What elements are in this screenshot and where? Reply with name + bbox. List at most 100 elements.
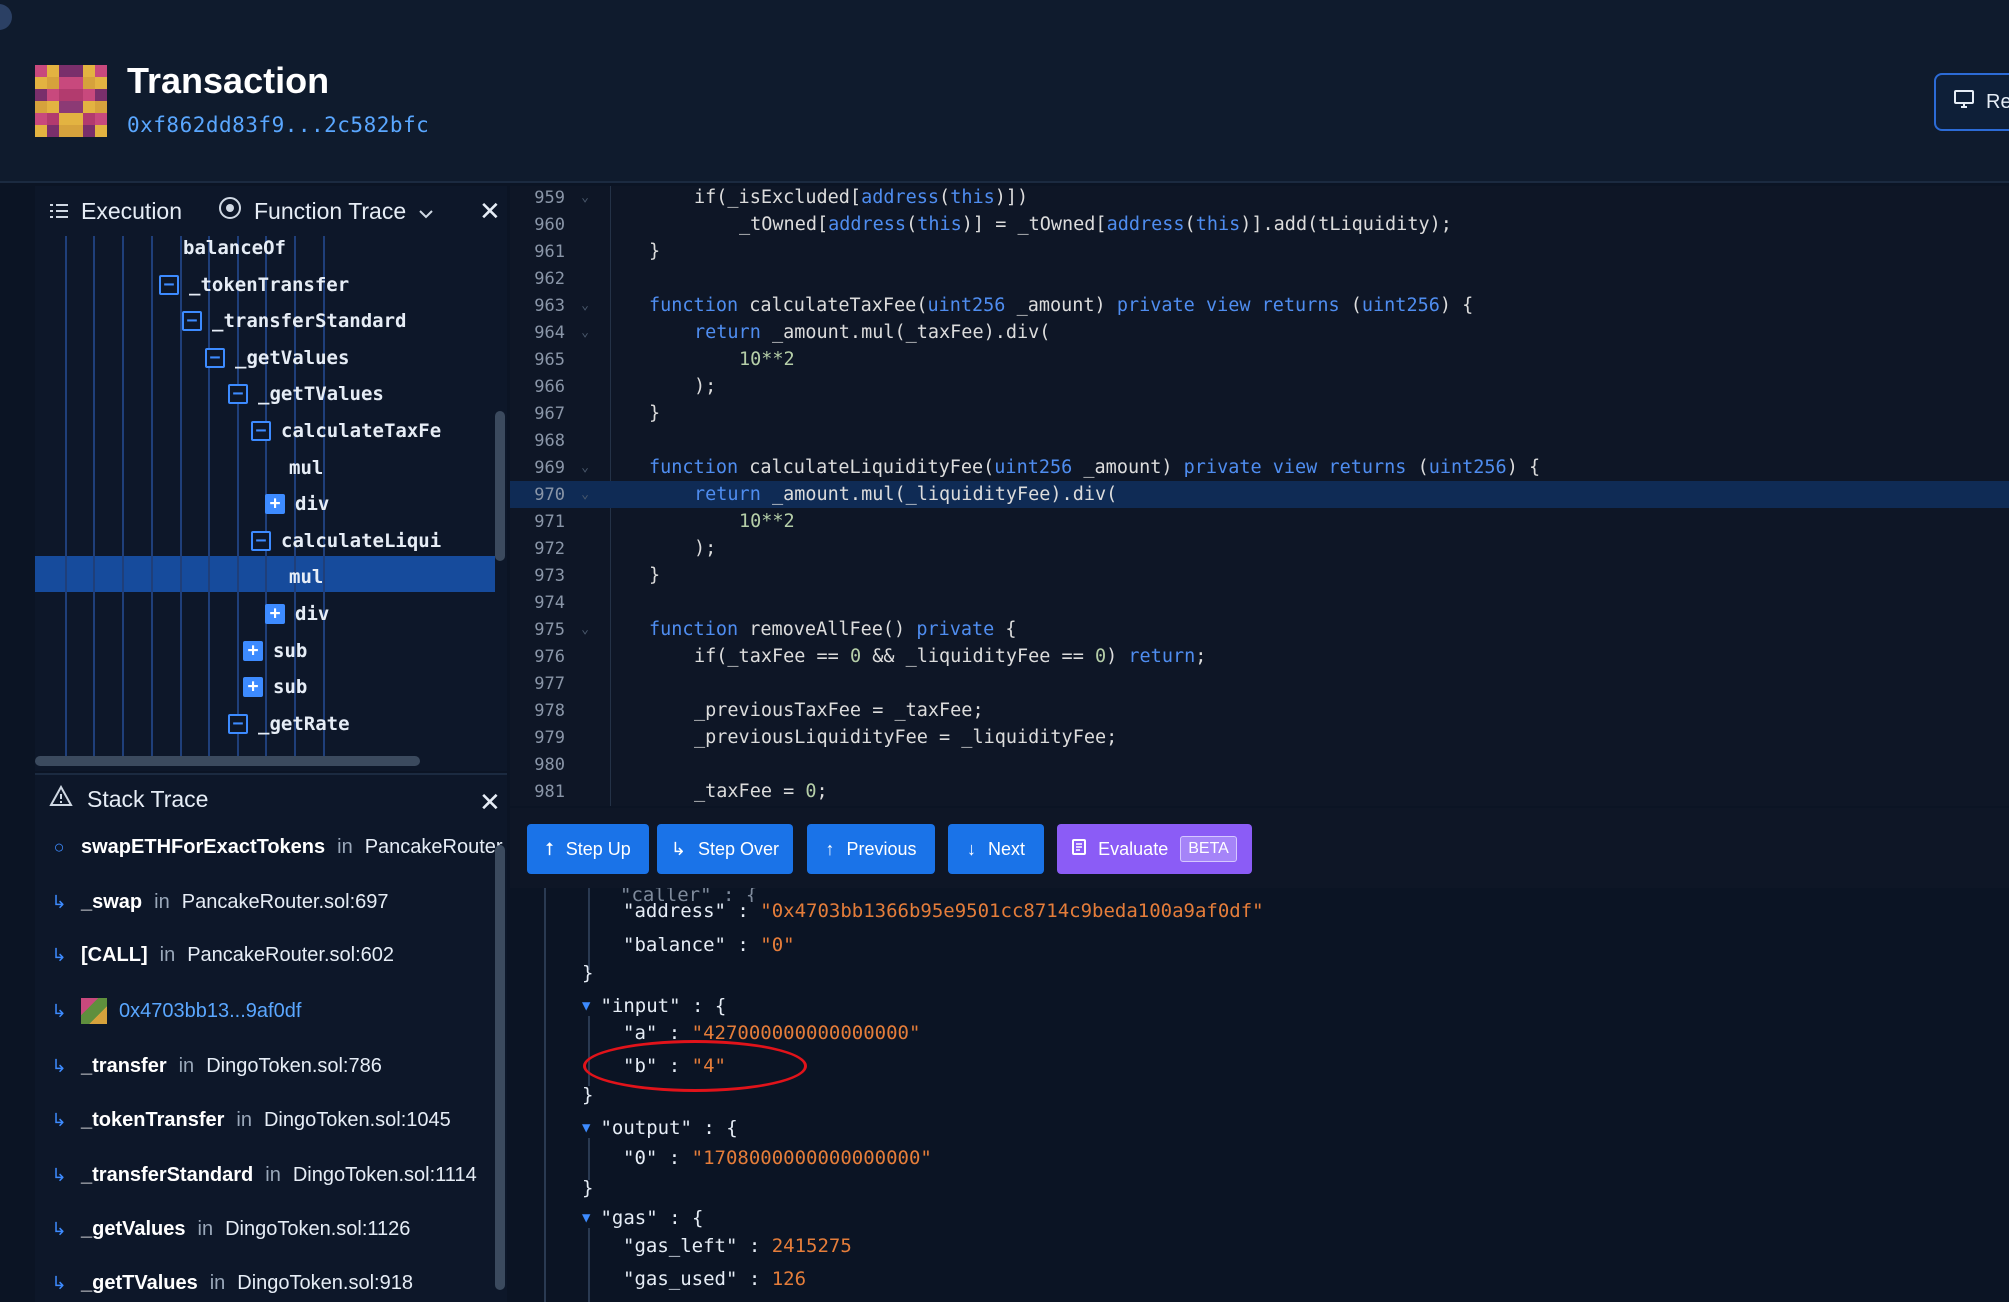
stack-frame[interactable]: ↳ 0x4703bb13...9af0df	[49, 991, 301, 1031]
json-node-output[interactable]: ▼ "output" : {	[582, 1113, 738, 1143]
trace-node[interactable]: mul	[289, 559, 323, 595]
trace-node[interactable]: + div	[265, 596, 329, 632]
trace-node[interactable]: − calculateTaxFe	[251, 413, 441, 449]
stack-frame-in: in	[209, 1271, 226, 1294]
step-over-button[interactable]: ↳ Step Over	[657, 824, 793, 874]
code-line[interactable]: 971 10**2	[510, 508, 2009, 535]
trace-node[interactable]: balanceOf	[183, 230, 286, 266]
debugger-toolbar: ⭡ Step Up ↳ Step Over ↑ Previous ↓ Next …	[510, 808, 2009, 888]
code-line[interactable]: 961}	[510, 238, 2009, 265]
code-line[interactable]: 973}	[510, 562, 2009, 589]
code-line[interactable]: 979 _previousLiquidityFee = _liquidityFee…	[510, 724, 2009, 751]
chevron-down-icon[interactable]	[418, 198, 434, 225]
expand-icon[interactable]: +	[265, 604, 285, 624]
stack-frame[interactable]: ↳ _getValues in DingoToken.sol:1126	[49, 1209, 410, 1249]
collapse-icon[interactable]: −	[182, 311, 202, 332]
code-line[interactable]: 963 ⌄ function calculateTaxFee(uint256 _am…	[510, 292, 2009, 319]
caret-down-icon[interactable]: ▼	[582, 1120, 590, 1136]
close-icon[interactable]: ✕	[479, 196, 501, 227]
tab-function-trace[interactable]: Function Trace	[218, 186, 434, 236]
collapse-icon[interactable]: −	[251, 530, 271, 551]
trace-node-label: sub	[273, 639, 308, 662]
trace-node[interactable]: − calculateLiqui	[251, 523, 441, 559]
trace-node[interactable]: − _getValues	[205, 340, 349, 376]
caret-down-icon[interactable]: ▼	[582, 998, 590, 1014]
stack-frame[interactable]: ↳ _getTValues in DingoToken.sol:918	[49, 1263, 413, 1302]
code-line[interactable]: 981 _taxFee = 0;	[510, 778, 2009, 805]
stack-frame[interactable]: ↳ _transfer in DingoToken.sol:786	[49, 1046, 382, 1086]
fold-chevron-icon[interactable]: ⌄	[565, 460, 605, 475]
stack-frame-file[interactable]: PancakeRouter	[365, 836, 503, 859]
code-line[interactable]: 974	[510, 589, 2009, 616]
transaction-hash-link[interactable]: 0xf862dd83f9...2c582bfc	[127, 113, 429, 137]
code-line[interactable]: 965 10**2	[510, 346, 2009, 373]
stack-trace-scrollbar[interactable]	[495, 845, 505, 1290]
code-line[interactable]: 976 if(_taxFee == 0 && _liquidityFee == 0…	[510, 643, 2009, 670]
stack-frame[interactable]: ↳ _tokenTransfer in DingoToken.sol:1045	[49, 1100, 451, 1140]
code-text: );	[694, 538, 717, 559]
tree-vertical-scrollbar[interactable]	[495, 411, 505, 561]
stack-frame-file[interactable]: PancakeRouter.sol:602	[187, 944, 394, 967]
tab-execution[interactable]: Execution	[49, 186, 182, 236]
next-button[interactable]: ↓ Next	[948, 824, 1044, 874]
trace-node[interactable]: + sub	[243, 633, 307, 669]
code-line[interactable]: 978 _previousTaxFee = _taxFee;	[510, 697, 2009, 724]
fold-chevron-icon[interactable]: ⌄	[565, 487, 605, 502]
code-line[interactable]: 966);	[510, 373, 2009, 400]
json-node-gas[interactable]: ▼ "gas" : {	[582, 1203, 703, 1233]
json-node-input[interactable]: ▼ "input" : {	[582, 991, 726, 1021]
code-line[interactable]: 959 ⌄ if(_isExcluded[address(this)])	[510, 186, 2009, 211]
close-icon[interactable]: ✕	[479, 787, 501, 818]
previous-button[interactable]: ↑ Previous	[807, 824, 935, 874]
stack-frame[interactable]: ↳ _swap in PancakeRouter.sol:697	[49, 882, 389, 922]
code-line[interactable]: 967}	[510, 400, 2009, 427]
code-line[interactable]: 977	[510, 670, 2009, 697]
fold-chevron-icon[interactable]: ⌄	[565, 190, 605, 205]
stack-frame-file[interactable]: DingoToken.sol:1045	[264, 1109, 451, 1132]
expand-icon[interactable]: +	[243, 677, 263, 698]
code-line[interactable]: 980	[510, 751, 2009, 778]
arrow-up-icon: ↑	[825, 838, 835, 859]
collapse-icon[interactable]: −	[205, 347, 225, 368]
fold-chevron-icon[interactable]: ⌄	[565, 325, 605, 340]
trace-node[interactable]: + sub	[243, 669, 307, 705]
trace-node[interactable]: − _getRate	[228, 706, 350, 742]
code-line[interactable]: 975 ⌄ function removeAllFee() private {	[510, 616, 2009, 643]
caret-down-icon[interactable]: ▼	[582, 1210, 590, 1226]
fold-chevron-icon[interactable]: ⌄	[565, 298, 605, 313]
trace-node[interactable]: + div	[265, 486, 329, 522]
collapse-icon[interactable]: −	[228, 384, 248, 405]
code-line[interactable]: 962	[510, 265, 2009, 292]
stack-frame-file[interactable]: DingoToken.sol:786	[206, 1055, 382, 1078]
fold-chevron-icon[interactable]: ⌄	[565, 622, 605, 637]
collapse-icon[interactable]: −	[159, 274, 179, 295]
stack-frame[interactable]: ↳ _transferStandard in DingoToken.sol:1114	[49, 1155, 477, 1195]
collapse-icon[interactable]: −	[228, 713, 248, 734]
expand-icon[interactable]: +	[243, 640, 263, 661]
code-line[interactable]: 960 _tOwned[address(this)] = _tOwned[addr…	[510, 211, 2009, 238]
trace-node[interactable]: − _tokenTransfer	[159, 267, 349, 303]
re-simulate-button[interactable]: Re	[1934, 73, 2009, 131]
evaluate-button[interactable]: Evaluate BETA	[1057, 824, 1252, 874]
step-up-button[interactable]: ⭡ Step Up	[527, 824, 649, 874]
code-line[interactable]: 964 ⌄ return _amount.mul(_taxFee).div(	[510, 319, 2009, 346]
json-line-balance: "balance" : "0"	[623, 934, 795, 956]
trace-node[interactable]: mul	[289, 450, 323, 486]
contract-address-link[interactable]: 0x4703bb13...9af0df	[119, 1000, 301, 1023]
stack-frame-file[interactable]: DingoToken.sol:918	[237, 1272, 413, 1295]
code-line[interactable]: 972);	[510, 535, 2009, 562]
code-line[interactable]: 969 ⌄ function calculateLiquidityFee(uint2…	[510, 454, 2009, 481]
expand-icon[interactable]: +	[265, 494, 285, 515]
trace-node[interactable]: − _getTValues	[228, 376, 384, 412]
stack-frame-file[interactable]: DingoToken.sol:1126	[225, 1218, 410, 1241]
stack-frame-file[interactable]: DingoToken.sol:1114	[293, 1164, 477, 1187]
stack-frame[interactable]: ○ swapETHForExactTokens in PancakeRouter	[49, 827, 503, 867]
stack-frame-file[interactable]: PancakeRouter.sol:697	[182, 891, 389, 914]
code-line[interactable]: 968	[510, 427, 2009, 454]
trace-node-label: mul	[289, 566, 324, 589]
stack-frame[interactable]: ↳ [CALL] in PancakeRouter.sol:602	[49, 935, 394, 975]
tree-horizontal-scrollbar[interactable]	[35, 756, 420, 766]
trace-node[interactable]: − _transferStandard	[182, 303, 406, 339]
collapse-icon[interactable]: −	[251, 421, 271, 441]
code-line[interactable]: 970 ⌄ return _amount.mul(_liquidityFee).di…	[510, 481, 2009, 508]
